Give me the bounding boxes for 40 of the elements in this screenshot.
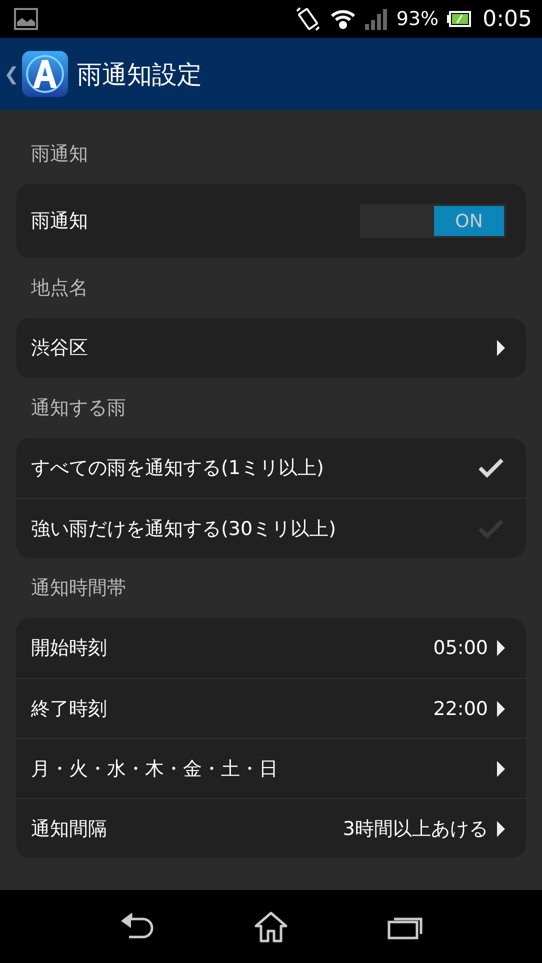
row-label: 雨通知 (31, 209, 89, 234)
vibrate-icon (294, 5, 322, 33)
row-label: すべての雨を通知する(1ミリ以上) (31, 456, 325, 481)
chevron-right-icon (496, 339, 506, 357)
home-icon[interactable] (254, 910, 288, 942)
row-label: 月・火・水・木・金・土・日 (31, 756, 279, 782)
settings-row[interactable]: 終了時刻 22:00 (16, 678, 526, 738)
settings-row[interactable]: 開始時刻 05:00 (16, 618, 526, 678)
chevron-right-icon (496, 760, 506, 778)
row-value: 3時間以上あける (342, 816, 488, 842)
section-header: 地点名 (31, 276, 88, 301)
row-label: 渋谷区 (31, 336, 89, 361)
signal-icon (364, 8, 388, 30)
settings-row[interactable]: 雨通知 ON (16, 184, 526, 258)
section-header: 通知する雨 (31, 396, 126, 421)
wifi-icon (330, 7, 356, 31)
settings-row[interactable]: 通知間隔 3時間以上あける (16, 798, 526, 858)
image-icon (14, 8, 38, 30)
battery-icon (446, 11, 471, 27)
section-header: 通知時間帯 (31, 576, 126, 601)
row-label: 強い雨だけを通知する(30ミリ以上) (31, 516, 338, 542)
section-header: 雨通知 (31, 142, 88, 167)
row-label: 通知間隔 (31, 816, 108, 842)
chevron-right-icon (496, 820, 506, 838)
back-button[interactable]: ❮ (4, 64, 20, 84)
chevron-right-icon (496, 639, 506, 657)
battery-percent: 93% (396, 8, 439, 30)
settings-row[interactable]: すべての雨を通知する(1ミリ以上) (16, 438, 526, 498)
row-label: 終了時刻 (31, 696, 108, 722)
clock: 0:05 (482, 6, 532, 32)
row-value: 05:00 (433, 637, 488, 659)
back-icon[interactable] (119, 912, 156, 940)
screen-title: 雨通知設定 (77, 58, 202, 90)
chevron-right-icon (496, 700, 506, 718)
settings-row[interactable]: 月・火・水・木・金・土・日 (16, 738, 526, 798)
row-label: 開始時刻 (31, 636, 108, 661)
settings-row[interactable]: 強い雨だけを通知する(30ミリ以上) (16, 498, 526, 558)
settings-row[interactable]: 渋谷区 (16, 318, 526, 378)
app-logo-icon (21, 50, 70, 98)
row-value: 22:00 (433, 698, 488, 720)
